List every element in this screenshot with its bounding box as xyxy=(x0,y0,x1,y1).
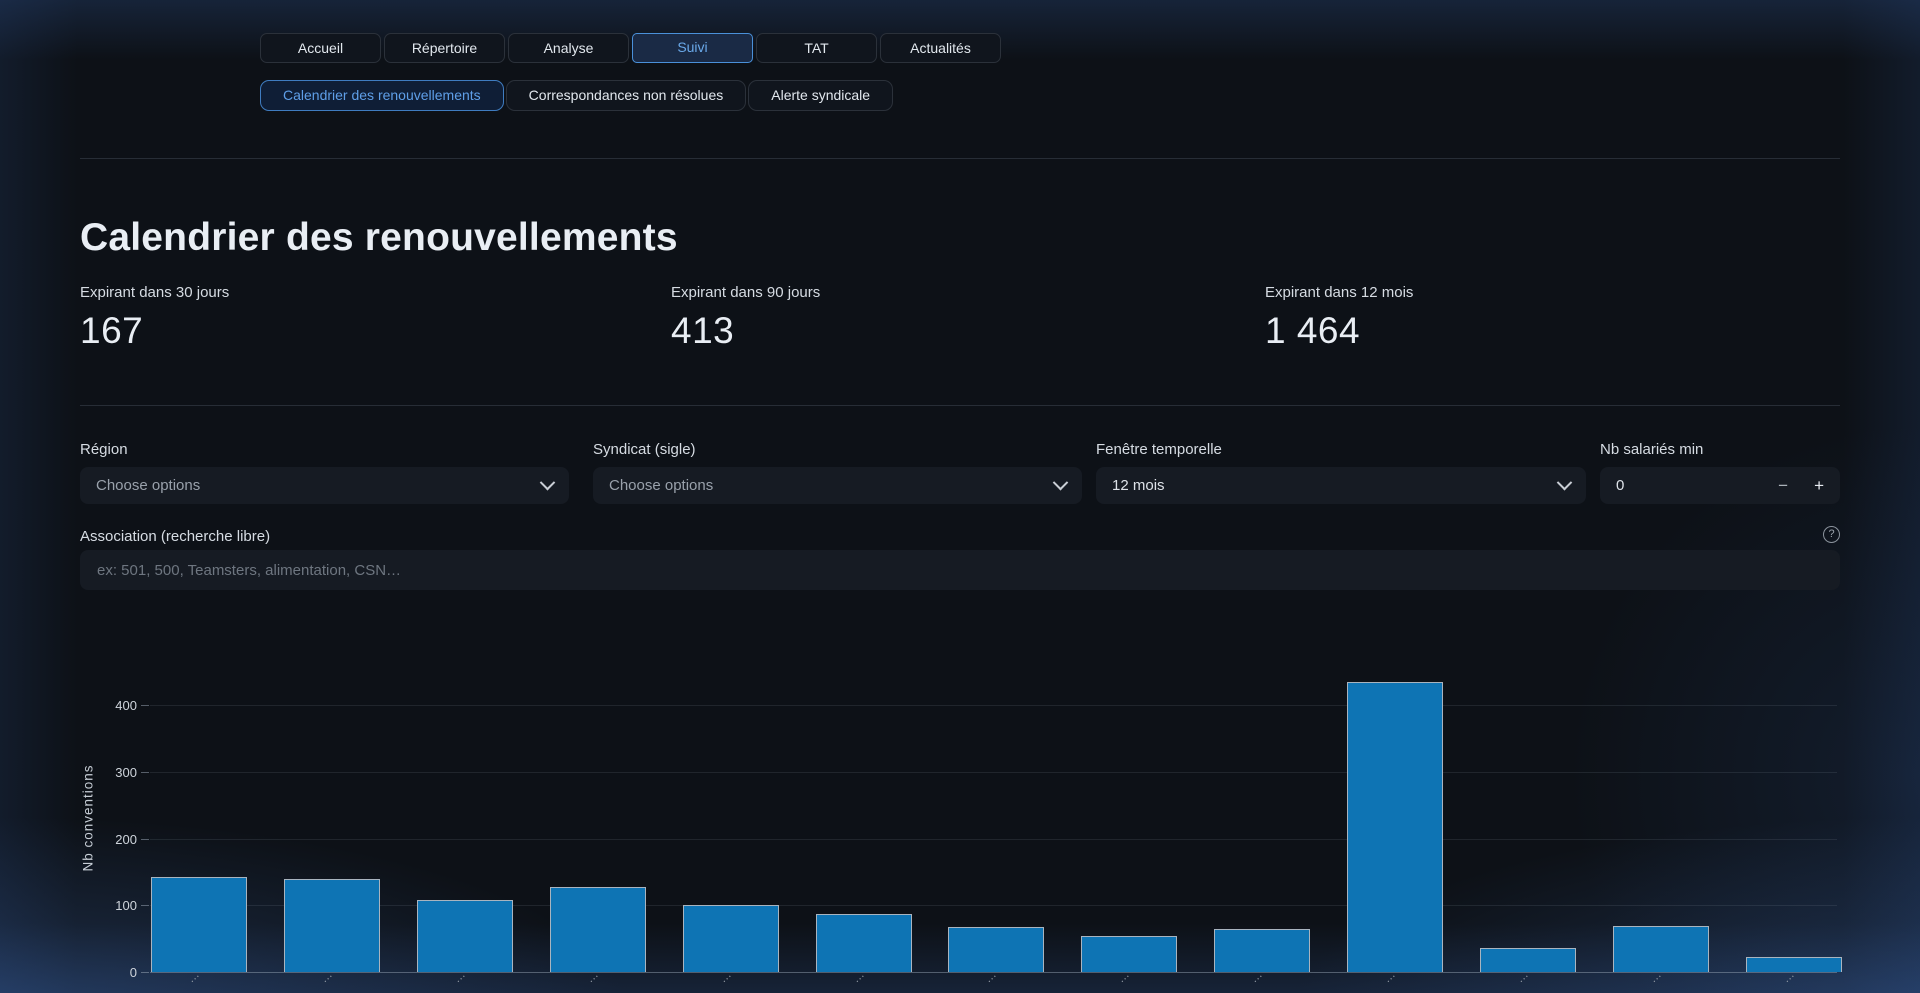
y-tick-mark xyxy=(141,839,149,840)
y-tick-label: 100 xyxy=(90,898,137,913)
y-tick-label: 300 xyxy=(90,765,137,780)
nb-salaries-value: 0 xyxy=(1616,477,1624,494)
chevron-down-icon xyxy=(1053,475,1069,491)
x-tick-label-clipped: ··· xyxy=(852,971,868,987)
syndicat-filter-label: Syndicat (sigle) xyxy=(593,441,696,458)
y-axis-title: Nb conventions xyxy=(81,764,96,871)
help-icon[interactable]: ? xyxy=(1823,526,1840,543)
x-tick-label-clipped: ··· xyxy=(586,971,602,987)
x-tick-label-clipped: ··· xyxy=(719,971,735,987)
tab-actualites[interactable]: Actualités xyxy=(880,33,1001,63)
bar xyxy=(948,927,1044,972)
bar xyxy=(1613,926,1709,972)
bar xyxy=(1081,936,1177,972)
main-tab-bar: Accueil Répertoire Analyse Suivi TAT Act… xyxy=(260,33,1001,63)
divider-filters xyxy=(80,405,1840,406)
region-select-value: Choose options xyxy=(96,477,200,494)
metric-value: 413 xyxy=(671,310,820,352)
metric-value: 1 464 xyxy=(1265,310,1413,352)
metric-value: 167 xyxy=(80,310,229,352)
metric-expiring-30-days: Expirant dans 30 jours 167 xyxy=(80,284,229,352)
tab-calendrier-renouvellements[interactable]: Calendrier des renouvellements xyxy=(260,80,504,111)
bar xyxy=(1746,957,1842,972)
fenetre-select[interactable]: 12 mois xyxy=(1096,467,1586,504)
y-tick-mark xyxy=(141,772,149,773)
bar xyxy=(683,905,779,972)
gridline xyxy=(150,705,1837,706)
chevron-down-icon xyxy=(1557,475,1573,491)
metric-expiring-90-days: Expirant dans 90 jours 413 xyxy=(671,284,820,352)
nb-salaries-stepper[interactable]: 0 − + xyxy=(1600,467,1840,504)
stepper-decrement-button[interactable]: − xyxy=(1778,477,1788,494)
page-title: Calendrier des renouvellements xyxy=(80,216,678,260)
tab-alerte-syndicale[interactable]: Alerte syndicale xyxy=(748,80,893,111)
renewal-dashboard: Accueil Répertoire Analyse Suivi TAT Act… xyxy=(0,0,1920,993)
tab-analyse[interactable]: Analyse xyxy=(508,33,629,63)
tab-accueil[interactable]: Accueil xyxy=(260,33,381,63)
tab-tat[interactable]: TAT xyxy=(756,33,877,63)
syndicat-select-value: Choose options xyxy=(609,477,713,494)
chevron-down-icon xyxy=(540,475,556,491)
fenetre-select-value: 12 mois xyxy=(1112,477,1165,494)
y-tick-mark xyxy=(141,705,149,706)
bar xyxy=(1214,929,1310,972)
metric-label: Expirant dans 12 mois xyxy=(1265,284,1413,301)
syndicat-select[interactable]: Choose options xyxy=(593,467,1082,504)
x-tick-label-clipped: ··· xyxy=(320,971,336,987)
metric-label: Expirant dans 30 jours xyxy=(80,284,229,301)
bar xyxy=(550,887,646,972)
x-tick-label-clipped: ··· xyxy=(1250,971,1266,987)
metric-label: Expirant dans 90 jours xyxy=(671,284,820,301)
y-tick-mark xyxy=(141,905,149,906)
association-search-input[interactable] xyxy=(80,550,1840,590)
tab-correspondances-non-resolues[interactable]: Correspondances non résolues xyxy=(506,80,747,111)
bar xyxy=(816,914,912,972)
tab-repertoire[interactable]: Répertoire xyxy=(384,33,505,63)
region-filter-label: Région xyxy=(80,441,128,458)
nb-salaries-filter-label: Nb salariés min xyxy=(1600,441,1703,458)
gridline xyxy=(150,905,1837,906)
tab-suivi[interactable]: Suivi xyxy=(632,33,753,63)
y-tick-label: 200 xyxy=(90,832,137,847)
y-tick-label: 400 xyxy=(90,698,137,713)
bar xyxy=(151,877,247,972)
fenetre-filter-label: Fenêtre temporelle xyxy=(1096,441,1222,458)
divider-top xyxy=(80,158,1840,159)
stepper-increment-button[interactable]: + xyxy=(1814,477,1824,494)
metric-expiring-12-months: Expirant dans 12 mois 1 464 xyxy=(1265,284,1413,352)
bar xyxy=(417,900,513,972)
x-tick-label-clipped: ··· xyxy=(453,971,469,987)
bar xyxy=(1347,682,1443,972)
y-tick-mark xyxy=(141,972,149,973)
region-select[interactable]: Choose options xyxy=(80,467,569,504)
x-tick-label-clipped: ··· xyxy=(1117,971,1133,987)
y-tick-label: 0 xyxy=(90,965,137,980)
x-tick-label-clipped: ··· xyxy=(1383,971,1399,987)
x-tick-label-clipped: ··· xyxy=(1782,971,1798,987)
bar xyxy=(284,879,380,972)
x-tick-label-clipped: ··· xyxy=(187,971,203,987)
x-tick-label-clipped: ··· xyxy=(1649,971,1665,987)
sub-tab-bar: Calendrier des renouvellements Correspon… xyxy=(260,80,893,111)
gridline xyxy=(150,839,1837,840)
x-tick-label-clipped: ··· xyxy=(1516,971,1532,987)
x-tick-label-clipped: ··· xyxy=(984,971,1000,987)
gridline xyxy=(150,772,1837,773)
association-filter-label: Association (recherche libre) xyxy=(80,528,270,545)
bar xyxy=(1480,948,1576,972)
